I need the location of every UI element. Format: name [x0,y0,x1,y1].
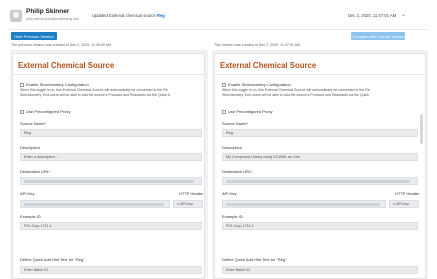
current-version-panel: External Chemical Source Enable Stoichio… [214,53,426,279]
redacted-value [24,202,164,206]
api-key-label: API Key [20,191,35,196]
destination-url-label: Destination URL* [20,169,51,174]
redacted-value [226,179,410,183]
previous-version-panel: External Chemical Source Enable Stoichio… [12,53,205,279]
http-header-field[interactable]: x-API-key [389,200,419,208]
use-proxy-label: Use Preconfigured Proxy [228,109,273,114]
quick-add-hint-label: Define Quick Add Hint Text for "Reg" [222,257,287,262]
quick-add-hint-label: Define Quick Add Hint Text for "Reg" [20,257,85,262]
destination-url-label: Destination URL* [222,169,253,174]
user-name: Philip Skinner [26,8,70,15]
use-proxy-checkbox[interactable] [222,110,226,114]
stoichiometry-help-line-2: Stoichiometry. End users will be able to… [20,93,171,97]
panel-scrollbar[interactable] [420,114,423,144]
enable-stoichiometry-checkbox[interactable] [222,83,226,87]
description-field[interactable]: Enter a description... [20,153,202,161]
current-version-note: This version was created at Dec 2, 2020,… [214,43,301,47]
api-key-label: API Key [222,191,237,196]
activity-header: Philip Skinner philip.skinner@collaborat… [10,8,427,26]
user-avatar-icon [10,10,22,22]
http-header-label: HTTP Header [395,191,420,196]
panel-title: External Chemical Source [220,61,317,70]
redacted-value [24,179,194,183]
example-id-label: Example ID [20,214,41,219]
api-key-field[interactable] [20,200,170,208]
use-proxy-label: Use Preconfigured Proxy [26,109,71,114]
description-label: Description [222,145,243,150]
destination-url-field[interactable] [20,177,202,185]
http-header-label: HTTP Header [179,191,204,196]
activity-link[interactable]: Reg [157,13,165,18]
activity-timestamp: Dec 2, 2020, 11:47:01 AM [348,13,397,18]
example-id-field[interactable]: PIG-Cmp-1711-1 [222,222,418,230]
header-divider [10,29,428,30]
use-proxy-checkbox[interactable] [20,110,24,114]
description-field[interactable]: My Compound Library using CCWML as Link [222,153,418,161]
user-email: philip.skinner@collaborativedrug.com [26,17,80,21]
description-label: Description [20,145,41,150]
source-name-field[interactable]: Reg [222,129,418,137]
quick-add-hint-field[interactable]: Enter Batch ID [222,266,418,274]
history-window: Philip Skinner philip.skinner@collaborat… [0,0,437,279]
compare-current-version-button[interactable]: Compare with Current Version [351,32,405,40]
activity-description: Updated External chemical source Reg [92,13,165,18]
hide-previous-version-button[interactable]: Hide Previous Version [11,32,57,40]
http-header-field[interactable]: x-API-key [173,200,203,208]
source-name-label: Source Name* [20,121,47,126]
panel-title: External Chemical Source [18,61,115,70]
destination-url-field[interactable] [222,177,418,185]
example-id-label: Example ID [222,214,243,219]
source-name-field[interactable]: Reg [20,129,202,137]
activity-prefix: Updated External chemical source [92,13,156,18]
panel-divider [215,74,425,75]
enable-stoichiometry-checkbox[interactable] [20,83,24,87]
chevron-down-icon[interactable]: ⌄ [401,11,406,18]
example-id-field[interactable]: PIG-Cmp-1711-1 [20,222,202,230]
redacted-value [226,202,380,206]
enable-stoichiometry-label: Enable Stoichiometry Configuration [228,82,291,87]
panel-divider [13,74,204,75]
source-name-label: Source Name* [222,121,249,126]
stoichiometry-help-line-2: Stoichiometry. End users will be able to… [222,93,369,97]
api-key-field[interactable] [222,200,386,208]
previous-version-note: The previous version was created at Dec … [11,43,112,47]
enable-stoichiometry-label: Enable Stoichiometry Configuration [26,82,89,87]
quick-add-hint-field[interactable]: Enter Batch ID [20,266,202,274]
